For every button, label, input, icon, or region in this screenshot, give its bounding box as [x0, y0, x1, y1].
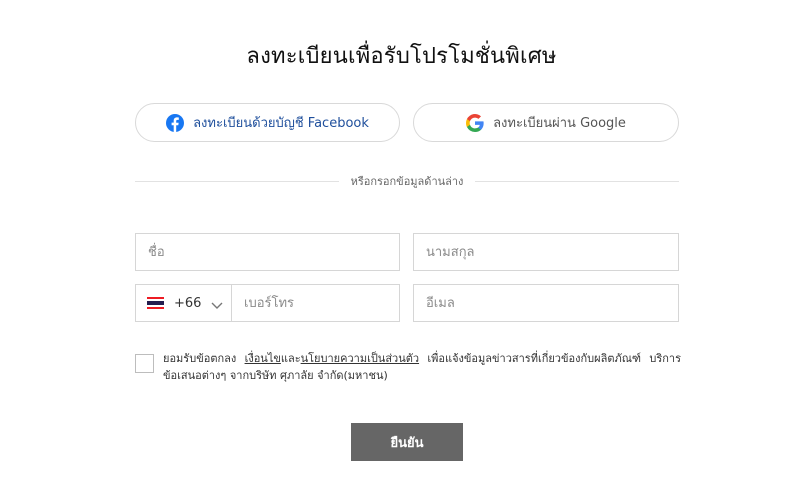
divider-line-right	[475, 180, 680, 182]
facebook-register-label: ลงทะเบียนด้วยบัญชี Facebook	[193, 116, 369, 131]
divider-text: หรือกรอกข้อมูลด้านล่าง	[350, 175, 464, 188]
country-code-select[interactable]: +66	[135, 284, 232, 322]
google-icon	[466, 113, 484, 132]
consent-text: ยอมรับข้อตกลง เงื่อนไขและนโยบายความเป็นส…	[163, 350, 681, 384]
submit-button[interactable]: ยืนยัน	[351, 423, 463, 461]
divider-line-left	[135, 180, 339, 182]
terms-link[interactable]: เงื่อนไข	[245, 352, 281, 365]
facebook-register-button[interactable]: ลงทะเบียนด้วยบัญชี Facebook	[135, 103, 400, 142]
consent-and: และ	[280, 352, 301, 365]
consent-prefix: ยอมรับข้อตกลง	[163, 352, 245, 365]
google-register-label: ลงทะเบียนผ่าน Google	[493, 116, 626, 131]
email-input[interactable]	[426, 285, 678, 321]
last-name-field[interactable]	[413, 233, 679, 271]
consent-checkbox[interactable]	[135, 354, 154, 373]
phone-input[interactable]	[244, 285, 399, 321]
last-name-input[interactable]	[426, 234, 678, 270]
google-register-button[interactable]: ลงทะเบียนผ่าน Google	[413, 103, 679, 142]
email-field[interactable]	[413, 284, 679, 322]
or-divider: หรือกรอกข้อมูลด้านล่าง	[135, 172, 680, 190]
thailand-flag-icon	[147, 297, 164, 309]
chevron-down-icon	[211, 299, 223, 309]
phone-field[interactable]	[231, 284, 400, 322]
country-code-value: +66	[174, 295, 202, 311]
first-name-field[interactable]	[135, 233, 400, 271]
privacy-policy-link[interactable]: นโยบายความเป็นส่วนตัว	[301, 352, 419, 365]
page-title: ลงทะเบียนเพื่อรับโปรโมชั่นพิเศษ	[246, 44, 557, 69]
facebook-icon	[166, 113, 185, 132]
first-name-input[interactable]	[148, 234, 399, 270]
